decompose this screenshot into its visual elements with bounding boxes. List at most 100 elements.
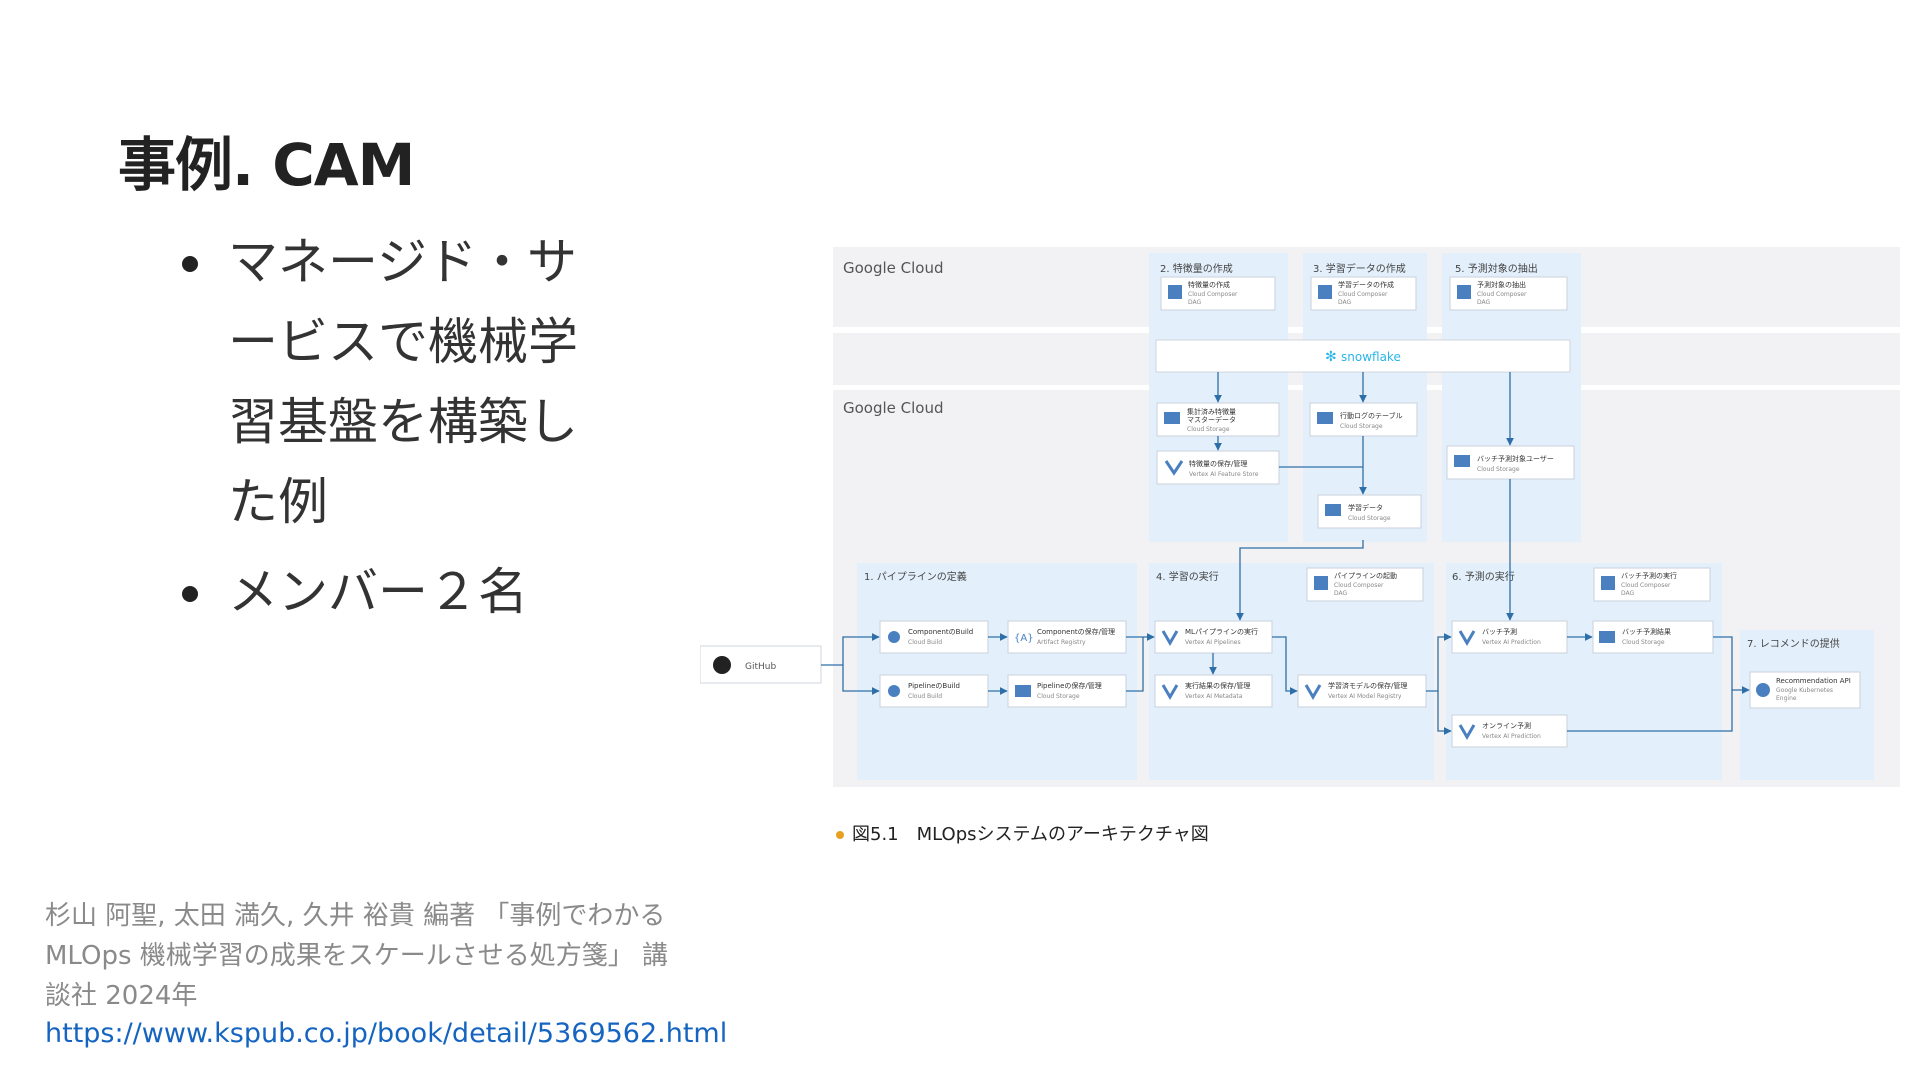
svg-text:Cloud Composer: Cloud Composer (1477, 291, 1527, 298)
storage-icon (1317, 412, 1333, 424)
snowflake-label: snowflake (1341, 350, 1401, 364)
github-label: GitHub (745, 662, 776, 672)
node-batch-prediction: バッチ予測 Vertex AI Prediction (1451, 620, 1568, 654)
storage-icon (1599, 631, 1615, 643)
storage-icon (1454, 455, 1470, 467)
svg-text:Cloud Composer: Cloud Composer (1334, 582, 1384, 589)
section-label: 7. レコメンドの提供 (1747, 637, 1840, 650)
node-online-prediction: オンライン予測 Vertex AI Prediction (1451, 714, 1568, 748)
svg-text:特徴量の作成: 特徴量の作成 (1188, 280, 1230, 289)
bullet-dot-icon (182, 586, 198, 602)
svg-text:Cloud Storage: Cloud Storage (1187, 426, 1230, 433)
citation-text: 杉山 阿聖, 太田 満久, 久井 裕貴 編著 「事例でわかるMLOps 機械学習… (45, 901, 669, 1011)
svg-text:Cloud Composer: Cloud Composer (1621, 582, 1671, 589)
svg-text:Artifact Registry: Artifact Registry (1037, 639, 1086, 646)
bullet-text: マネージド・サービスで機械学習基盤を構築した例 (228, 233, 578, 531)
svg-text:MLパイプラインの実行: MLパイプラインの実行 (1185, 627, 1258, 636)
node-pipeline-build: PipelineのBuild Cloud Build (879, 674, 989, 708)
svg-text:Vertex AI Pipelines: Vertex AI Pipelines (1185, 639, 1241, 646)
node-component-store: {A} Componentの保存/管理 Artifact Registry (1007, 620, 1127, 654)
section-label: 2. 特徴量の作成 (1160, 262, 1233, 275)
section-label: 5. 予測対象の抽出 (1455, 262, 1538, 275)
svg-text:行動ログのテーブル: 行動ログのテーブル (1340, 411, 1403, 420)
composer-icon (1314, 576, 1328, 590)
snowflake-logo-icon: ✻ (1325, 349, 1337, 365)
svg-text:Vertex AI Feature Store: Vertex AI Feature Store (1189, 471, 1259, 478)
section-pipeline-def (857, 563, 1137, 780)
svg-text:オンライン予測: オンライン予測 (1482, 721, 1531, 730)
svg-text:バッチ予測: バッチ予測 (1482, 627, 1517, 636)
svg-text:Cloud Storage: Cloud Storage (1348, 515, 1391, 522)
svg-text:DAG: DAG (1338, 299, 1352, 306)
svg-text:Vertex AI Prediction: Vertex AI Prediction (1482, 733, 1541, 740)
artifact-registry-icon: {A} (1014, 633, 1034, 644)
node-train-data-dag: 学習データの作成 Cloud Composer DAG (1310, 276, 1417, 311)
svg-text:Componentの保存/管理: Componentの保存/管理 (1037, 627, 1115, 636)
svg-text:バッチ予測対象ユーザー: バッチ予測対象ユーザー (1477, 454, 1554, 463)
svg-text:Cloud Storage: Cloud Storage (1477, 466, 1520, 473)
svg-text:パイプラインの起動: パイプラインの起動 (1334, 571, 1397, 580)
svg-text:予測対象の抽出: 予測対象の抽出 (1477, 280, 1526, 289)
storage-icon (1015, 685, 1031, 697)
node-batch-result: バッチ予測結果 Cloud Storage (1592, 620, 1714, 654)
bullet-item: マネージド・サービスで機械学習基盤を構築した例 (182, 222, 622, 542)
bullet-list: マネージド・サービスで機械学習基盤を構築した例 メンバー２名 (182, 222, 622, 642)
citation-link[interactable]: https://www.kspub.co.jp/book/detail/5369… (45, 1018, 727, 1049)
svg-text:バッチ予測結果: バッチ予測結果 (1622, 627, 1671, 636)
architecture-diagram: Google Cloud Google Cloud 2. 特徴量の作成 3. 学… (699, 240, 1900, 800)
node-model-registry: 学習済モデルの保存/管理 Vertex AI Model Registry (1297, 674, 1427, 708)
composer-icon (1457, 285, 1471, 299)
figure-caption: 図5.1 MLOpsシステムのアーキテクチャ図 (836, 820, 1209, 846)
svg-text:Cloud Build: Cloud Build (908, 693, 942, 700)
svg-text:ComponentのBuild: ComponentのBuild (908, 628, 973, 636)
section-label: 4. 学習の実行 (1156, 570, 1219, 583)
svg-text:学習データの作成: 学習データの作成 (1338, 280, 1394, 289)
github-icon (713, 656, 731, 674)
slide-title: 事例. CAM (118, 131, 415, 199)
svg-text:Cloud Storage: Cloud Storage (1037, 693, 1080, 700)
node-recommendation-api: Recommendation API Google Kubernetes Eng… (1749, 671, 1861, 709)
node-pred-target-dag: 予測対象の抽出 Cloud Composer DAG (1449, 276, 1568, 311)
svg-text:Vertex AI Prediction: Vertex AI Prediction (1482, 639, 1541, 646)
node-batch-run-dag: バッチ予測の実行 Cloud Composer DAG (1593, 567, 1711, 602)
svg-text:Google Kubernetes: Google Kubernetes (1776, 687, 1833, 694)
section-label: 6. 予測の実行 (1452, 570, 1515, 583)
svg-text:学習済モデルの保存/管理: 学習済モデルの保存/管理 (1328, 681, 1407, 690)
node-aggregated-features: 集計済み特徴量 マスターデータ Cloud Storage (1156, 402, 1280, 437)
node-training-data: 学習データ Cloud Storage (1317, 494, 1422, 529)
node-batch-users: バッチ予測対象ユーザー Cloud Storage (1446, 445, 1575, 480)
google-cloud-label: Google Cloud (843, 259, 944, 277)
svg-text:Recommendation API: Recommendation API (1776, 677, 1851, 685)
google-cloud-label: Google Cloud (843, 399, 944, 417)
bullet-dot-icon (182, 256, 198, 272)
cloud-build-icon (888, 631, 900, 643)
storage-icon (1164, 412, 1180, 424)
node-pipeline-launch: パイプラインの起動 Cloud Composer DAG (1306, 567, 1424, 602)
cloud-build-icon (888, 685, 900, 697)
storage-icon (1325, 504, 1341, 516)
svg-text:PipelineのBuild: PipelineのBuild (908, 682, 960, 690)
composer-icon (1168, 285, 1182, 299)
svg-text:DAG: DAG (1188, 299, 1202, 306)
node-feature-store: 特徴量の保存/管理 Vertex AI Feature Store (1156, 450, 1280, 485)
section-label: 1. パイプラインの定義 (864, 570, 967, 583)
node-feature-dag: 特徴量の作成 Cloud Composer DAG (1160, 276, 1276, 311)
node-component-build: ComponentのBuild Cloud Build (879, 620, 989, 654)
svg-text:バッチ予測の実行: バッチ予測の実行 (1621, 571, 1677, 580)
caption-bullet-icon (836, 831, 844, 839)
composer-icon (1601, 576, 1615, 590)
svg-text:DAG: DAG (1621, 590, 1635, 597)
svg-text:学習データ: 学習データ (1348, 503, 1383, 512)
svg-text:Cloud Storage: Cloud Storage (1622, 639, 1665, 646)
svg-text:Vertex AI Metadata: Vertex AI Metadata (1185, 693, 1243, 700)
composer-icon (1318, 285, 1332, 299)
svg-text:Cloud Composer: Cloud Composer (1188, 291, 1238, 298)
svg-text:Engine: Engine (1776, 695, 1797, 702)
svg-text:Cloud Composer: Cloud Composer (1338, 291, 1388, 298)
svg-text:Vertex AI Model Registry: Vertex AI Model Registry (1328, 693, 1402, 700)
svg-text:Pipelineの保存/管理: Pipelineの保存/管理 (1037, 681, 1102, 690)
kubernetes-icon (1756, 683, 1770, 697)
svg-text:Cloud Storage: Cloud Storage (1340, 423, 1383, 430)
svg-text:集計済み特徴量: 集計済み特徴量 (1187, 407, 1236, 416)
node-pipeline-store: Pipelineの保存/管理 Cloud Storage (1007, 674, 1127, 708)
